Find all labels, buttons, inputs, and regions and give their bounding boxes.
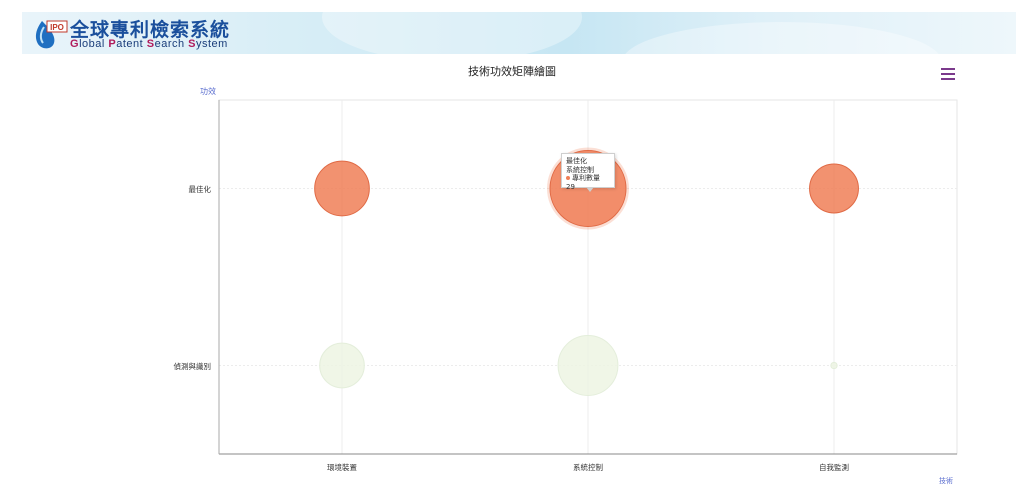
x-tick-label: 系統控制 [573,463,603,472]
x-tick-label: 環境裝置 [327,463,357,472]
bubble [830,361,838,370]
bubble [314,160,370,217]
bubble-chart [218,99,958,455]
x-tick-label: 自我監測 [819,463,849,472]
tooltip-x-value: 系統控制 [566,165,594,174]
y-tick-label: 最佳化 [188,184,212,194]
tooltip-series-label: 專利數量 [572,174,600,182]
chart-tooltip: 最佳化 系統控制 專利數量 29 [561,153,615,192]
y-tick-label: 偵測與識別 [173,361,212,371]
tooltip-y-value: 最佳化 [566,157,587,165]
bubble [319,342,365,389]
tooltip-series-line: 專利數量 29 [566,174,610,191]
series-dot-icon [566,176,570,180]
tooltip-series-value: 29 [566,182,575,191]
bubble [809,163,859,214]
bubble [557,335,619,396]
